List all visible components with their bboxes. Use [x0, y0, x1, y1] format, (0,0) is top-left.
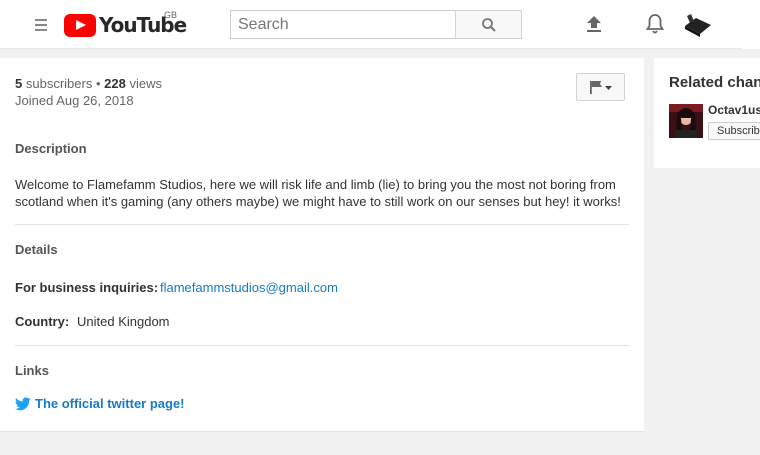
- description-text: Welcome to Flamefamm Studios, here we wi…: [15, 177, 621, 209]
- masthead: YouTube GB: [0, 0, 760, 49]
- search-input[interactable]: [230, 10, 456, 39]
- related-channel-name[interactable]: Octav1us: [708, 103, 760, 117]
- country-value: United Kingdom: [77, 314, 170, 329]
- divider: [15, 224, 629, 225]
- about-panel: 5 subscribers • 228 views Joined Aug 26,…: [0, 58, 644, 432]
- upload-icon[interactable]: [582, 12, 606, 36]
- masthead-edge: [742, 0, 760, 49]
- flag-icon: [590, 81, 612, 94]
- twitter-link-label: The official twitter page!: [35, 396, 185, 411]
- channel-stats: 5 subscribers • 228 views: [15, 75, 162, 93]
- twitter-icon: [15, 396, 31, 410]
- joined-date: Joined Aug 26, 2018: [15, 93, 134, 108]
- search-button[interactable]: [455, 10, 522, 39]
- search-icon: [482, 18, 496, 32]
- details-title: Details: [15, 242, 58, 257]
- view-count: 228: [104, 76, 126, 91]
- country-label: Country:: [15, 314, 70, 329]
- divider: [15, 345, 629, 346]
- business-email-link[interactable]: flamefammstudios@gmail.com: [160, 280, 338, 295]
- stats-separator: •: [95, 76, 101, 91]
- views-label: views: [129, 76, 162, 91]
- business-inquiries-label: For business inquiries:: [15, 280, 159, 295]
- bell-icon[interactable]: [643, 12, 667, 36]
- twitter-link[interactable]: The official twitter page!: [15, 396, 185, 411]
- logo-country-code: GB: [164, 10, 178, 20]
- related-channels-title: Related chann: [669, 74, 760, 91]
- related-channel-avatar[interactable]: [669, 104, 703, 138]
- flag-button[interactable]: [576, 73, 625, 101]
- subscriber-count: 5: [15, 76, 23, 91]
- related-channels-panel: Related chann Octav1us Subscrib: [654, 58, 760, 168]
- related-subscribe-button[interactable]: Subscrib: [708, 122, 760, 140]
- play-icon: [64, 13, 96, 37]
- description-title: Description: [15, 141, 87, 156]
- subscribers-label: subscribers: [25, 76, 93, 91]
- avatar[interactable]: [682, 12, 714, 38]
- menu-icon[interactable]: [30, 14, 52, 36]
- links-title: Links: [15, 363, 49, 378]
